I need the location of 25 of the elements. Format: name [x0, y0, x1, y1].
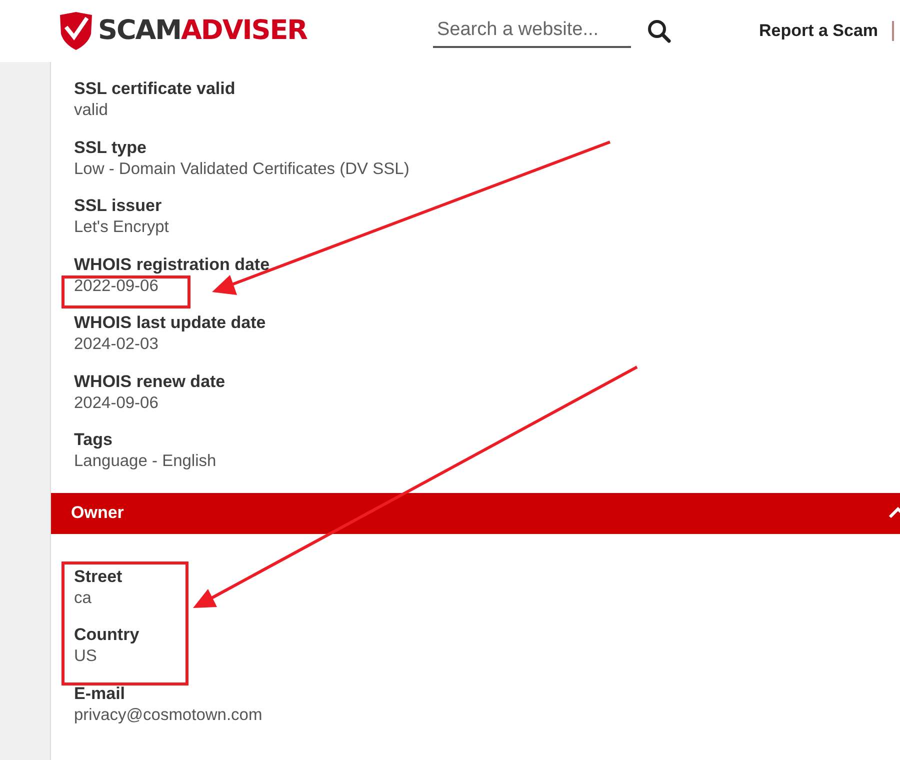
- logo-text[interactable]: SCAMADVISER: [98, 10, 307, 52]
- field-value: ca: [74, 588, 92, 609]
- search-icon[interactable]: [646, 19, 671, 43]
- field-label: WHOIS last update date: [74, 312, 266, 334]
- field-label: E-mail: [74, 682, 126, 705]
- shield-logo-icon: [58, 12, 94, 50]
- field-value: Language - English: [74, 451, 216, 472]
- field-label: SSL type: [74, 136, 146, 159]
- field-label: Tags: [74, 429, 112, 452]
- field-value: US: [74, 646, 97, 668]
- field-label: Country: [74, 624, 140, 646]
- field-value: privacy@cosmotown.com: [74, 704, 262, 726]
- field-label: WHOIS registration date: [74, 254, 270, 276]
- field-value: valid: [74, 100, 108, 122]
- report-scam-link[interactable]: Report a Scam: [758, 18, 878, 44]
- field-value: 2024-09-06: [74, 392, 158, 414]
- field-label: WHOIS renew date: [74, 370, 226, 393]
- field-label: SSL certificate valid: [74, 78, 236, 100]
- field-label: Street: [74, 566, 122, 588]
- field-label: SSL issuer: [74, 195, 162, 218]
- field-value: 2022-09-06: [74, 276, 158, 297]
- field-value: Let's Encrypt: [74, 217, 169, 238]
- field-value: 2024-02-03: [74, 334, 158, 356]
- section-header[interactable]: Owner: [51, 492, 900, 534]
- field-value: Low - Domain Validated Certificates (DV SSL): [74, 158, 410, 180]
